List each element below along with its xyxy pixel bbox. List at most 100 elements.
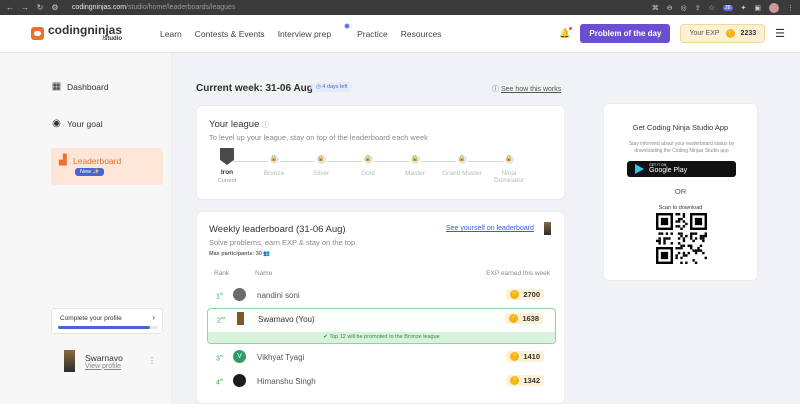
users-icon: 👥	[263, 251, 271, 257]
main-menu: Learn Contests & Events Interview prep P…	[160, 22, 454, 39]
exp-earned: ⚡ 1410	[506, 351, 544, 362]
exp-chip[interactable]: Your EXP ⚡ 2233	[680, 24, 766, 43]
tier-grand-master: 🔒 Grand Master	[442, 155, 482, 177]
forward-icon[interactable]: →	[21, 3, 29, 12]
current-tier-note: Current	[217, 178, 237, 184]
sidebar-item-label: Your goal	[67, 118, 103, 129]
tier-bronze: 🔒 Bronze	[254, 155, 294, 177]
profile-progress-bar	[58, 326, 158, 329]
user-card[interactable]: Swarnavo View profile ⋮	[64, 350, 156, 372]
tier-label: Silver	[312, 170, 330, 177]
exp-coin-icon: ⚡	[510, 376, 520, 385]
see-yourself-link[interactable]: See yourself on leaderboard	[446, 225, 534, 232]
share-icon[interactable]: ⇪	[695, 4, 701, 12]
extensions-icon[interactable]: ✦	[741, 4, 747, 12]
sidebar-item-dashboard[interactable]: ▦ Dashboard	[51, 81, 109, 92]
site-logo[interactable]: codingninjas /studio	[31, 23, 123, 42]
rank-cell: 3rd	[216, 353, 224, 363]
tier-label: Gold	[361, 170, 375, 177]
new-badge: New ✨	[75, 168, 105, 176]
view-profile-link[interactable]: View profile	[85, 363, 123, 370]
or-divider: OR	[674, 187, 687, 196]
tier-label: Iron	[220, 169, 234, 176]
app-title: Get Coding Ninja Studio App	[632, 123, 729, 132]
notification-bell-icon[interactable]: 🔔	[559, 27, 573, 39]
exp-coin-icon: ⚡	[510, 352, 520, 361]
site-info-icon[interactable]: ⚙	[51, 3, 59, 12]
complete-profile-card[interactable]: Complete your profile ›	[51, 308, 163, 334]
help-icon: ⓘ	[492, 86, 499, 93]
exp-value: 2233	[740, 30, 757, 37]
rank-cell: 1st	[216, 291, 224, 301]
participant-name: nandini soni	[257, 291, 300, 300]
reload-icon[interactable]: ↻	[36, 3, 44, 12]
lock-icon: 🔒	[504, 155, 514, 164]
current-week-title: Current week: 31-06 Aug	[196, 83, 313, 94]
target-icon: ◉	[52, 118, 61, 129]
more-options-icon[interactable]: ⋮	[148, 356, 156, 365]
participant-name: Himanshu Singh	[257, 377, 316, 386]
sidebar-item-leaderboard[interactable]: ▟ Leaderboard New ✨	[51, 148, 163, 185]
lock-icon: 🔒	[269, 155, 279, 164]
sidebar: ▦ Dashboard ◉ Your goal ▟ Leaderboard Ne…	[0, 53, 172, 404]
lock-icon: 🔒	[410, 155, 420, 164]
url-path: /studio/home/leaderboards/leagues	[126, 4, 236, 11]
nav-learn[interactable]: Learn	[160, 29, 182, 39]
qr-code-icon	[656, 213, 707, 264]
current-user-row[interactable]: 2nd Swarnavo (You) ⚡ 1638 ✔ Top 12 will be p…	[207, 308, 556, 344]
browser-profile-avatar[interactable]	[769, 2, 779, 13]
info-icon[interactable]: ⓘ	[262, 122, 269, 129]
notification-dot	[344, 22, 351, 29]
rank-cell: 2nd	[217, 315, 226, 325]
avatar	[233, 288, 246, 301]
nav-contests[interactable]: Contests & Events	[195, 29, 265, 39]
tier-silver: 🔒 Silver	[301, 155, 341, 177]
nav-interview-prep[interactable]: Interview prep	[278, 22, 351, 39]
exp-label: Your EXP	[689, 30, 720, 37]
main-content: Current week: 31-06 Aug ◷ 4 days left ⓘ …	[172, 53, 800, 404]
hamburger-menu-icon[interactable]: ☰	[775, 27, 785, 40]
tier-label: Master	[405, 170, 425, 177]
sidepanel-icon[interactable]: ▣	[754, 4, 761, 12]
nav-resources[interactable]: Resources	[401, 29, 442, 39]
brand-name: codingninjas	[48, 23, 123, 37]
lock-icon: 🔒	[363, 155, 373, 164]
gp-big-text: Google Play	[649, 167, 688, 174]
google-play-button[interactable]: GET IT ON Google Play	[627, 161, 736, 177]
tier-label: Grand Master	[442, 170, 482, 177]
participant-name: Vikhyat Tyagi	[257, 353, 305, 362]
zoom-icon[interactable]: ⊖	[667, 4, 673, 12]
incognito-icon[interactable]: ◎	[681, 4, 687, 12]
nav-practice[interactable]: Practice	[357, 29, 388, 39]
translate-icon[interactable]: ⌘	[652, 4, 659, 12]
scan-label: Scan to download	[658, 205, 703, 211]
tier-iron: Iron Current	[207, 148, 247, 184]
browser-toolbar: ← → ↻ ⚙ codingninjas.com/studio/home/lea…	[0, 0, 800, 15]
avatar	[233, 374, 246, 387]
exp-coin-icon: ⚡	[725, 29, 735, 38]
back-icon[interactable]: ←	[6, 3, 14, 12]
avatar	[544, 222, 551, 235]
bookmark-star-icon[interactable]: ☆	[709, 4, 715, 12]
extension-badge[interactable]: 28	[722, 4, 733, 11]
table-row[interactable]: 4th Himanshu Singh ⚡ 1342	[207, 371, 556, 391]
exp-coin-icon: ⚡	[509, 314, 519, 323]
how-it-works-link[interactable]: ⓘ See how this works	[492, 84, 561, 94]
days-left-badge: ◷ 4 days left	[311, 82, 353, 92]
address-bar[interactable]: codingninjas.com/studio/home/leaderboard…	[72, 4, 235, 11]
tier-gold: 🔒 Gold	[348, 155, 388, 177]
league-subtitle: To level up your league, stay on top of …	[209, 133, 428, 142]
sidebar-item-label: Leaderboard	[73, 156, 122, 166]
user-name: Swarnavo	[85, 352, 123, 363]
problem-of-day-button[interactable]: Problem of the day	[580, 24, 671, 43]
tier-master: 🔒 Master	[395, 155, 435, 177]
col-name: Name	[255, 270, 273, 277]
sidebar-item-your-goal[interactable]: ◉ Your goal	[51, 118, 103, 129]
table-row[interactable]: 3rd V Vikhyat Tyagi ⚡ 1410	[207, 347, 556, 367]
col-exp: EXP earned this week	[486, 270, 550, 277]
table-row[interactable]: 1st nandini soni ⚡ 2700	[207, 285, 556, 305]
chevron-right-icon: ›	[152, 313, 155, 322]
browser-menu-icon[interactable]: ⋮	[787, 4, 794, 12]
max-participants: Max participants: 30 👥	[209, 251, 271, 257]
tier-ninja-dominator: 🔒 Ninja Dominator	[489, 155, 529, 184]
